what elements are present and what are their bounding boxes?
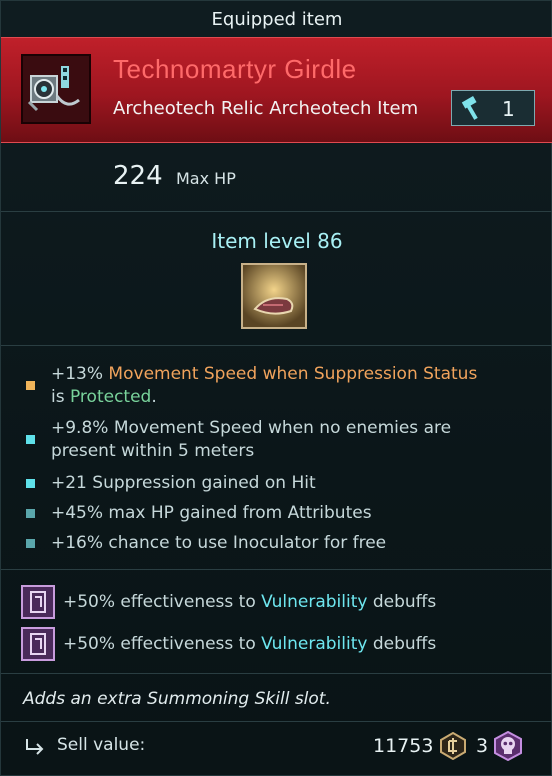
affix-bullet: [26, 479, 35, 488]
item-icon: [21, 54, 91, 124]
affix-line: present within 5 meters: [51, 441, 255, 461]
rune-row: +50% effectiveness to Vulnerability debu…: [21, 627, 541, 663]
divider: [1, 721, 552, 722]
divider: [1, 345, 552, 346]
sell-arrow-icon: [23, 735, 47, 762]
rune-text: +50% effectiveness to Vulnerability debu…: [63, 592, 437, 612]
item-title-band: Technomartyr Girdle Archeotech Relic Arc…: [1, 37, 552, 143]
divider: [1, 673, 552, 674]
sell-value: 11753: [373, 735, 434, 757]
item-description: Adds an extra Summoning Skill slot.: [23, 689, 331, 709]
affix-4: +45% max HP gained from Attributes: [26, 502, 531, 525]
affix-text: .: [151, 387, 157, 407]
stat-label: Max HP: [176, 169, 236, 188]
affix-1: +13% Movement Speed when Suppression Sta…: [26, 363, 531, 409]
upgrade-badge: 1: [451, 90, 535, 126]
relic-slot-icon: [241, 263, 307, 329]
affix-line: +16% chance to use Inoculator for free: [51, 533, 387, 553]
item-level: Item level 86: [211, 229, 343, 253]
tooltip-header: Equipped item: [211, 9, 343, 30]
keyword-vulnerability: Vulnerability: [261, 634, 368, 654]
secondary-currency: 3: [476, 735, 489, 757]
tooltip-panel: Equipped item Technomartyr Girdle Archeo…: [0, 0, 552, 776]
stat-value: 224: [113, 161, 163, 191]
rune-icon: [21, 585, 55, 619]
divider: [1, 569, 552, 570]
affix-bullet: [26, 435, 35, 444]
affix-text: is: [51, 387, 70, 407]
affix-bullet: [26, 509, 35, 518]
rune-text: +50% effectiveness to Vulnerability debu…: [63, 634, 437, 654]
affix-line: +21 Suppression gained on Hit: [51, 473, 316, 493]
currency-coin-icon: [439, 731, 467, 761]
rune-icon: [21, 627, 55, 661]
item-type: Archeotech Relic Archeotech Item: [113, 98, 419, 119]
rune-row: +50% effectiveness to Vulnerability debu…: [21, 585, 541, 621]
affix-3: +21 Suppression gained on Hit: [26, 472, 531, 495]
affix-5: +16% chance to use Inoculator for free: [26, 532, 531, 555]
sell-label: Sell value:: [57, 735, 146, 755]
status-protected: Protected: [69, 387, 152, 407]
affix-2: +9.8% Movement Speed when no enemies are…: [26, 417, 531, 463]
affix-text: Movement Speed when Suppression Status: [103, 364, 478, 384]
item-name: Technomartyr Girdle: [113, 54, 357, 84]
skull-icon: [493, 730, 523, 762]
keyword-vulnerability: Vulnerability: [261, 592, 368, 612]
hammer-icon: [460, 95, 486, 125]
divider: [1, 211, 552, 212]
affix-line: +9.8% Movement Speed when no enemies are: [51, 418, 452, 438]
affix-bullet: [26, 381, 35, 390]
affix-line: +45% max HP gained from Attributes: [51, 503, 372, 523]
upgrade-count: 1: [502, 97, 515, 121]
affix-bullet: [26, 539, 35, 548]
affix-value: +13%: [51, 364, 104, 384]
